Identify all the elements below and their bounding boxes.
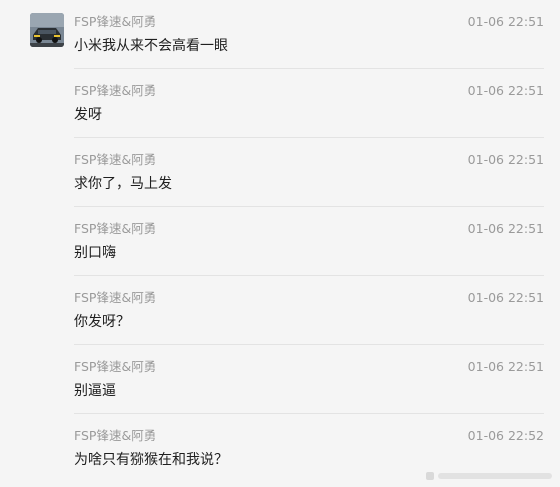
sender-name[interactable]: FSP锋速&阿勇	[74, 222, 156, 236]
sender-name[interactable]: FSP锋速&阿勇	[74, 291, 156, 305]
message-timestamp: 01-06 22:51	[467, 152, 544, 167]
message-text: 求你了，马上发	[74, 176, 172, 192]
sender-name[interactable]: FSP锋速&阿勇	[74, 429, 156, 443]
message-text: 发呀	[74, 107, 102, 123]
chat-message: FSP锋速&阿勇 01-06 22:51 别口嗨	[0, 207, 560, 276]
sender-name[interactable]: FSP锋速&阿勇	[74, 153, 156, 167]
chat-message: FSP锋速&阿勇 01-06 22:51 别逼逼	[0, 345, 560, 414]
message-timestamp: 01-06 22:51	[467, 83, 544, 98]
message-text: 小米我从来不会高看一眼	[74, 38, 228, 54]
sender-name[interactable]: FSP锋速&阿勇	[74, 84, 156, 98]
message-timestamp: 01-06 22:51	[467, 221, 544, 236]
chat-message-list: FSP锋速&阿勇 01-06 22:51 小米我从来不会高看一眼 FSP锋速&阿…	[0, 0, 560, 486]
message-timestamp: 01-06 22:51	[467, 290, 544, 305]
chat-message: FSP锋速&阿勇 01-06 22:51 小米我从来不会高看一眼	[0, 0, 560, 69]
sender-name[interactable]: FSP锋速&阿勇	[74, 360, 156, 374]
avatar[interactable]	[30, 13, 64, 47]
message-timestamp: 01-06 22:51	[467, 359, 544, 374]
message-timestamp: 01-06 22:52	[467, 428, 544, 443]
message-text: 你发呀？	[74, 314, 130, 330]
watermark	[426, 468, 556, 482]
message-text: 别口嗨	[74, 245, 116, 261]
chat-message: FSP锋速&阿勇 01-06 22:51 你发呀？	[0, 276, 560, 345]
message-text: 别逼逼	[74, 383, 116, 399]
message-text: 为啥只有猕猴在和我说？	[74, 452, 228, 468]
sender-name[interactable]: FSP锋速&阿勇	[74, 15, 156, 29]
chat-message: FSP锋速&阿勇 01-06 22:51 发呀	[0, 69, 560, 138]
chat-message: FSP锋速&阿勇 01-06 22:51 求你了，马上发	[0, 138, 560, 207]
avatar-image	[30, 13, 64, 47]
message-timestamp: 01-06 22:51	[467, 14, 544, 29]
